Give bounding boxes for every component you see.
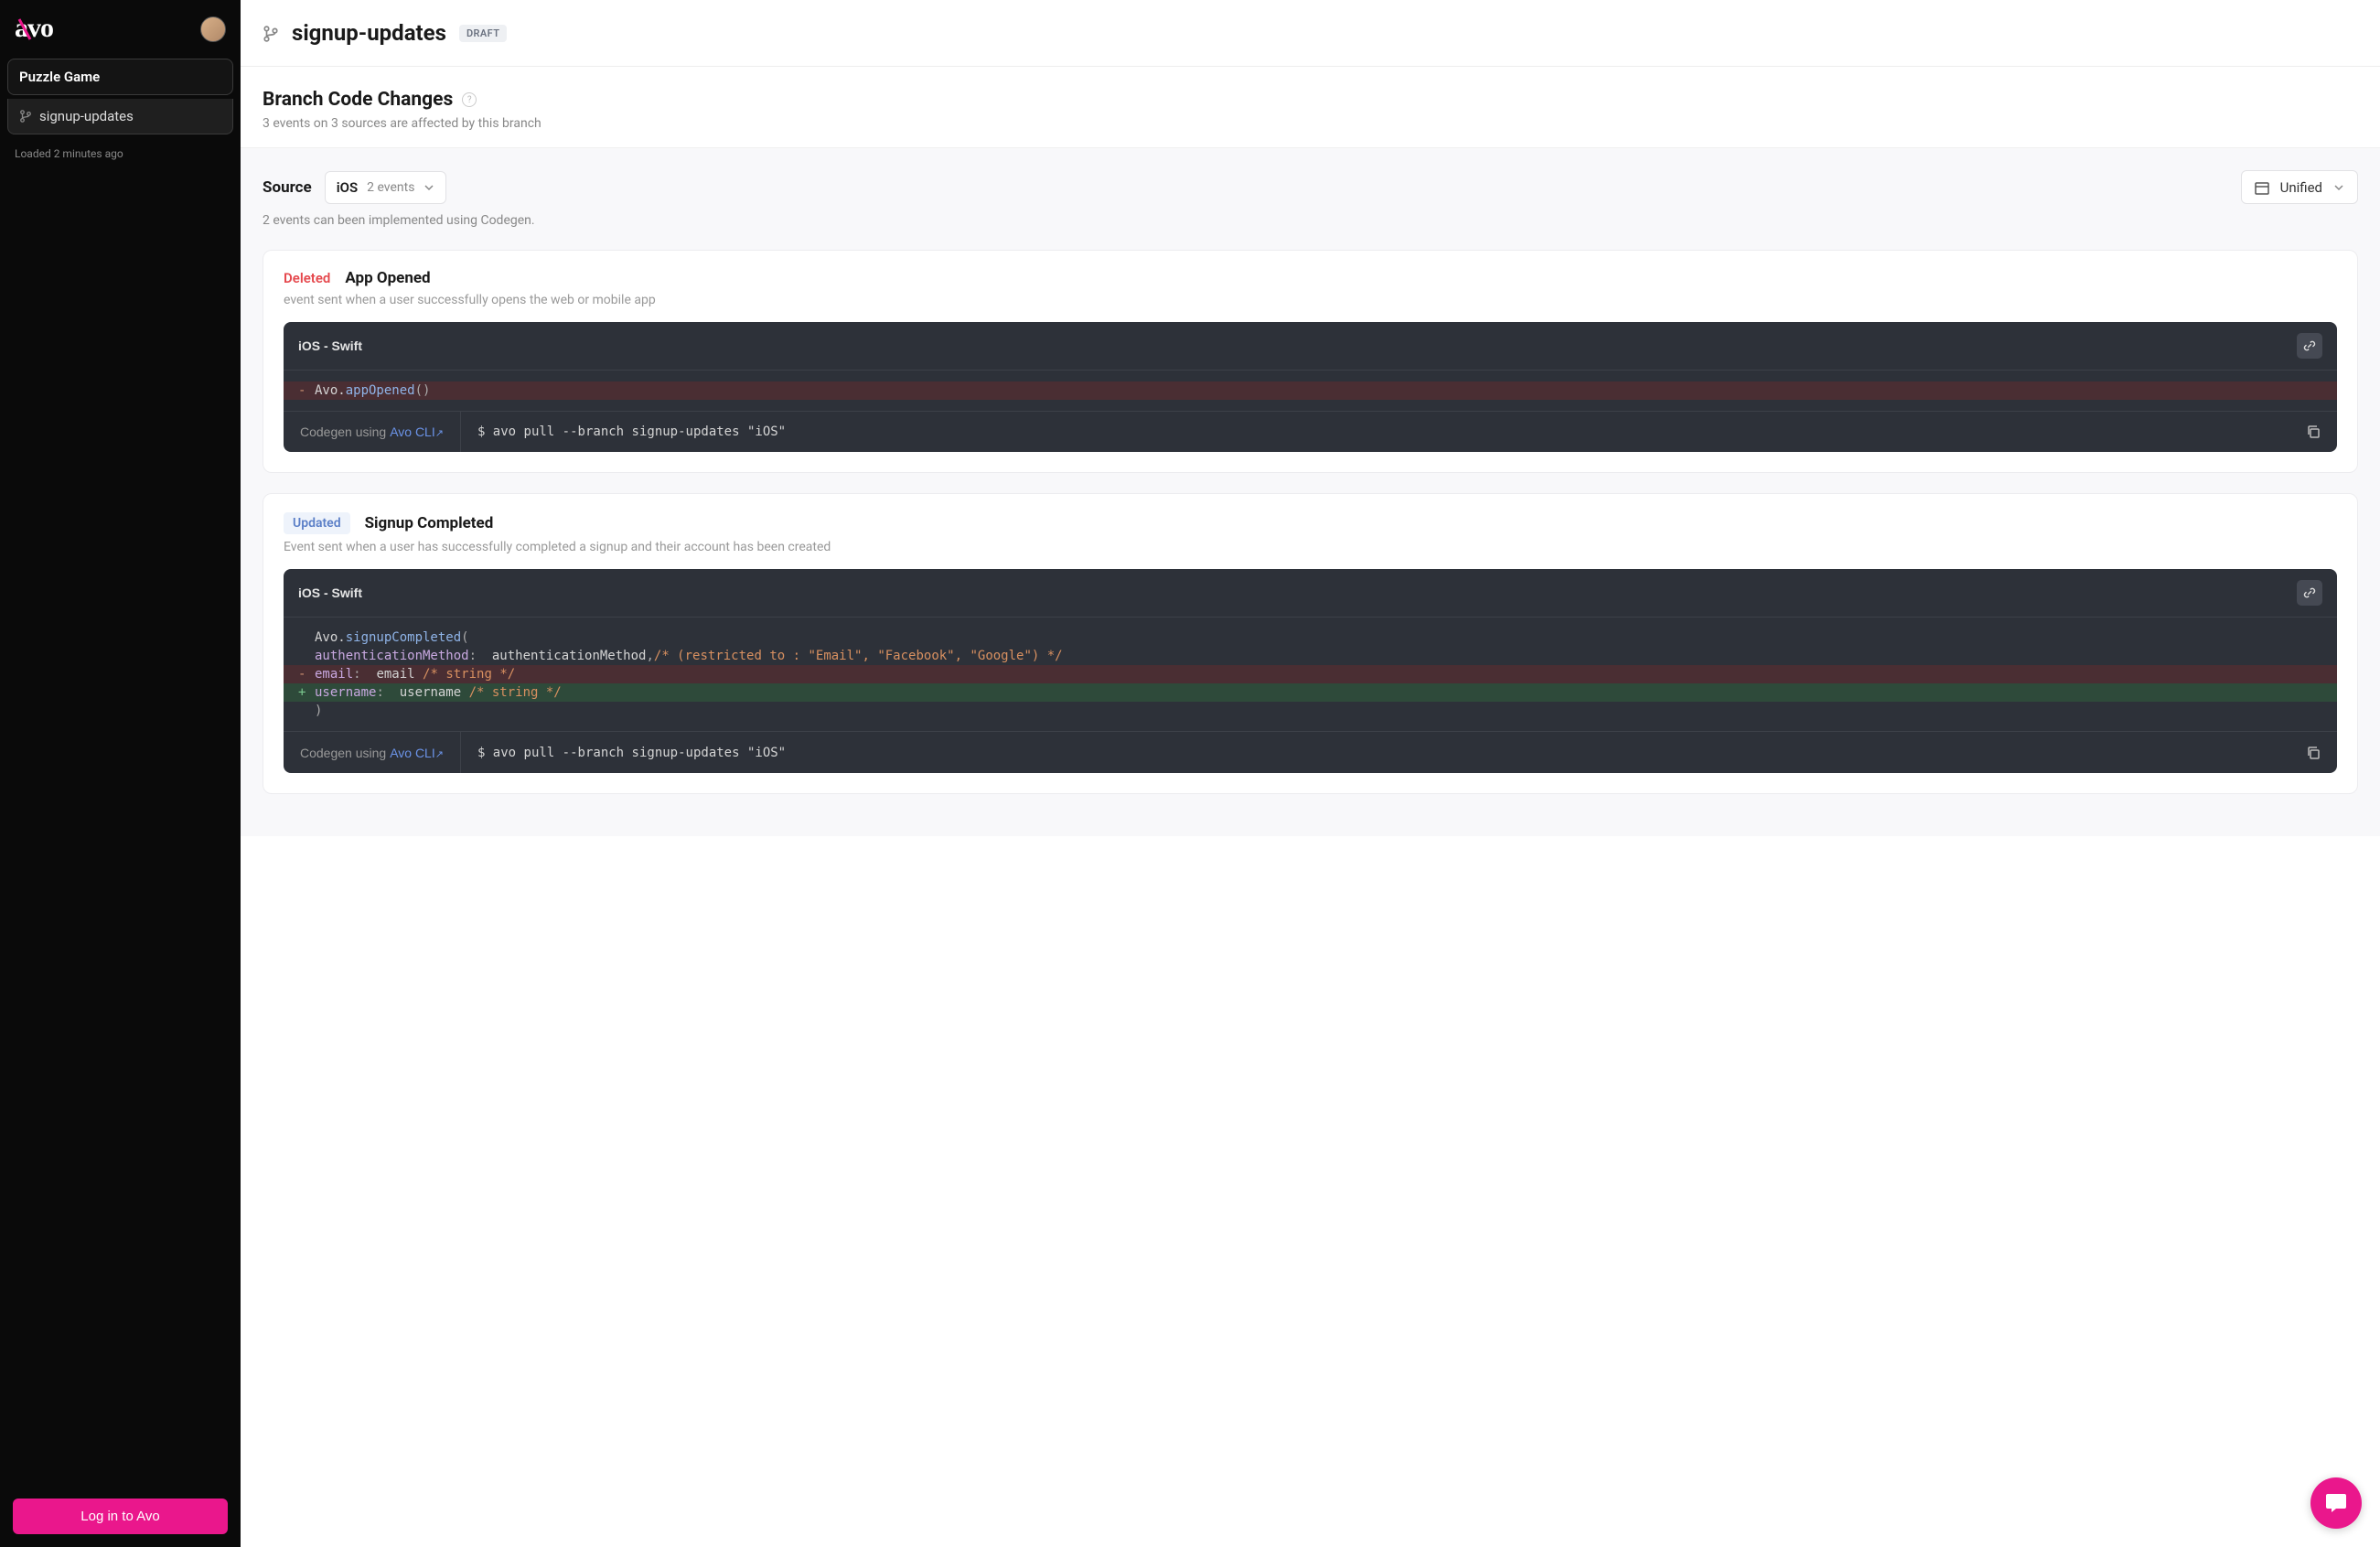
source-event-count: 2 events [367,180,414,195]
login-button[interactable]: Log in to Avo [13,1499,228,1534]
loaded-timestamp: Loaded 2 minutes ago [7,144,233,164]
code-line: ) [284,702,2337,720]
code-block: iOS - Swift -Avo.appOpened() Codegen using… [284,322,2337,452]
info-icon[interactable]: ? [462,92,477,107]
status-badge: Deleted [284,270,330,286]
branch-selector[interactable]: signup-updates [7,99,233,134]
topbar: signup-updates DRAFT [241,0,2380,67]
draft-badge: DRAFT [459,25,507,42]
project-selector[interactable]: Puzzle Game [7,59,233,95]
sidebar: avo Puzzle Game signup-updates Loaded 2 … [0,0,241,1547]
pull-command: $ avo pull --branch signup-updates "iOS" [477,424,786,439]
code-line: Avo.signupCompleted( [284,628,2337,647]
code-line: authenticationMethod: authenticationMeth… [284,647,2337,665]
source-name: iOS [337,179,358,196]
code-title: iOS - Swift [298,338,362,353]
view-label: Unified [2280,179,2322,196]
permalink-button[interactable] [2297,333,2322,359]
chat-launcher[interactable] [2310,1477,2362,1529]
branch-icon [19,109,32,124]
codegen-label: Codegen using Avo CLI↗ [284,412,461,452]
event-name: App Opened [345,269,430,287]
branch-name: signup-updates [39,108,134,124]
code-block: iOS - Swift Avo.signupCompleted( authent… [284,569,2337,772]
copy-button[interactable] [2306,745,2321,759]
section-header: Branch Code Changes ? 3 events on 3 sour… [241,67,2380,148]
copy-button[interactable] [2306,424,2321,439]
event-card: Updated Signup Completed Event sent when a… [263,493,2358,793]
section-subtitle: 3 events on 3 sources are affected by th… [263,116,2358,131]
view-select[interactable]: Unified [2241,170,2358,204]
section-title: Branch Code Changes [263,89,453,111]
chevron-down-icon [423,181,434,194]
code-line: - email: email /* string */ [284,665,2337,683]
branch-icon [263,24,279,42]
source-label: Source [263,178,312,197]
source-select[interactable]: iOS 2 events [325,171,447,204]
status-badge: Updated [284,512,350,534]
logo[interactable]: avo [15,16,80,42]
permalink-button[interactable] [2297,580,2322,606]
avo-cli-link[interactable]: Avo CLI↗ [390,424,444,439]
implementation-note: 2 events can been implemented using Code… [263,213,2358,228]
code-line: -Avo.appOpened() [284,381,2337,400]
event-description: Event sent when a user has successfully … [284,540,2337,554]
pull-command: $ avo pull --branch signup-updates "iOS" [477,746,786,760]
main: signup-updates DRAFT Branch Code Changes… [241,0,2380,1547]
codegen-label: Codegen using Avo CLI↗ [284,732,461,772]
chevron-down-icon [2333,181,2344,194]
avatar[interactable] [200,16,226,42]
event-description: event sent when a user successfully open… [284,293,2337,307]
code-line: + username: username /* string */ [284,683,2337,702]
layout-icon [2255,178,2269,196]
event-name: Signup Completed [365,514,494,532]
event-card: Deleted App Opened event sent when a user … [263,250,2358,473]
avo-cli-link[interactable]: Avo CLI↗ [390,746,444,760]
project-name: Puzzle Game [19,69,221,85]
code-title: iOS - Swift [298,585,362,600]
page-title: signup-updates [292,20,446,46]
